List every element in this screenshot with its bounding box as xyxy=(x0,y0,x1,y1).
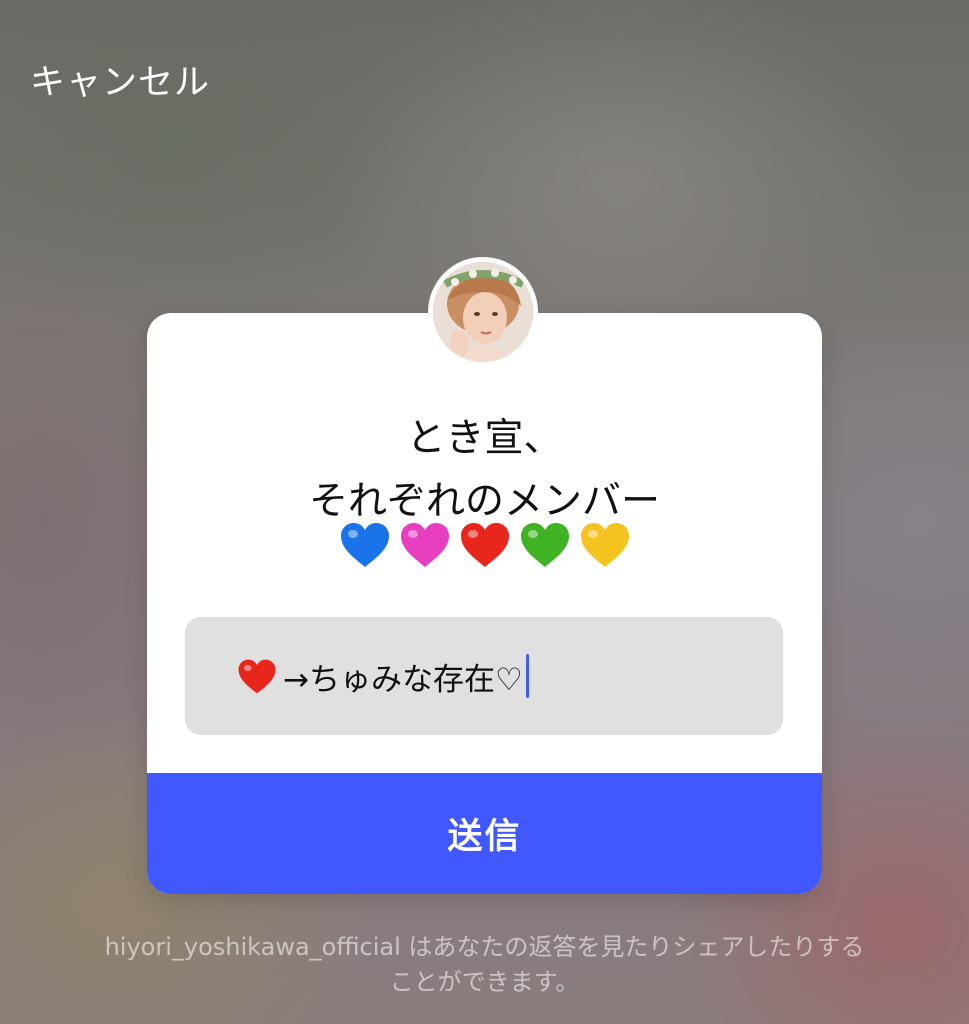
avatar-image xyxy=(433,262,533,362)
privacy-notice-line-1: hiyori_yoshikawa_official はあなたの返答を見たりシェア… xyxy=(104,933,865,961)
answer-input[interactable]: →ちゅみな存在♡ xyxy=(185,617,783,735)
text-cursor xyxy=(525,654,529,698)
green-heart-icon xyxy=(520,523,569,567)
question-emoji-row xyxy=(147,521,822,569)
red-heart-icon xyxy=(460,523,509,567)
red-heart-icon xyxy=(238,659,276,693)
privacy-notice: hiyori_yoshikawa_official はあなたの返答を見たりシェア… xyxy=(0,930,969,1000)
yellow-heart-icon xyxy=(580,523,629,567)
avatar xyxy=(428,257,538,367)
avatar-photo xyxy=(433,262,533,362)
question-sticker-reply-screen: キャンセル とき宣、 それぞれのメンバー →ちゅみな存在♡ 送信 hiyori_… xyxy=(0,0,969,1024)
pink-heart-icon xyxy=(400,523,449,567)
question-card: とき宣、 それぞれのメンバー →ちゅみな存在♡ 送信 xyxy=(147,313,822,894)
blue-heart-icon xyxy=(340,523,389,567)
answer-text: →ちゅみな存在♡ xyxy=(283,661,523,698)
question-line-1: とき宣、 xyxy=(406,416,563,461)
send-button[interactable]: 送信 xyxy=(147,773,822,894)
question-title: とき宣、 それぞれのメンバー xyxy=(147,407,822,533)
privacy-notice-line-2: ことができます。 xyxy=(389,968,580,996)
cancel-button[interactable]: キャンセル xyxy=(30,54,210,105)
